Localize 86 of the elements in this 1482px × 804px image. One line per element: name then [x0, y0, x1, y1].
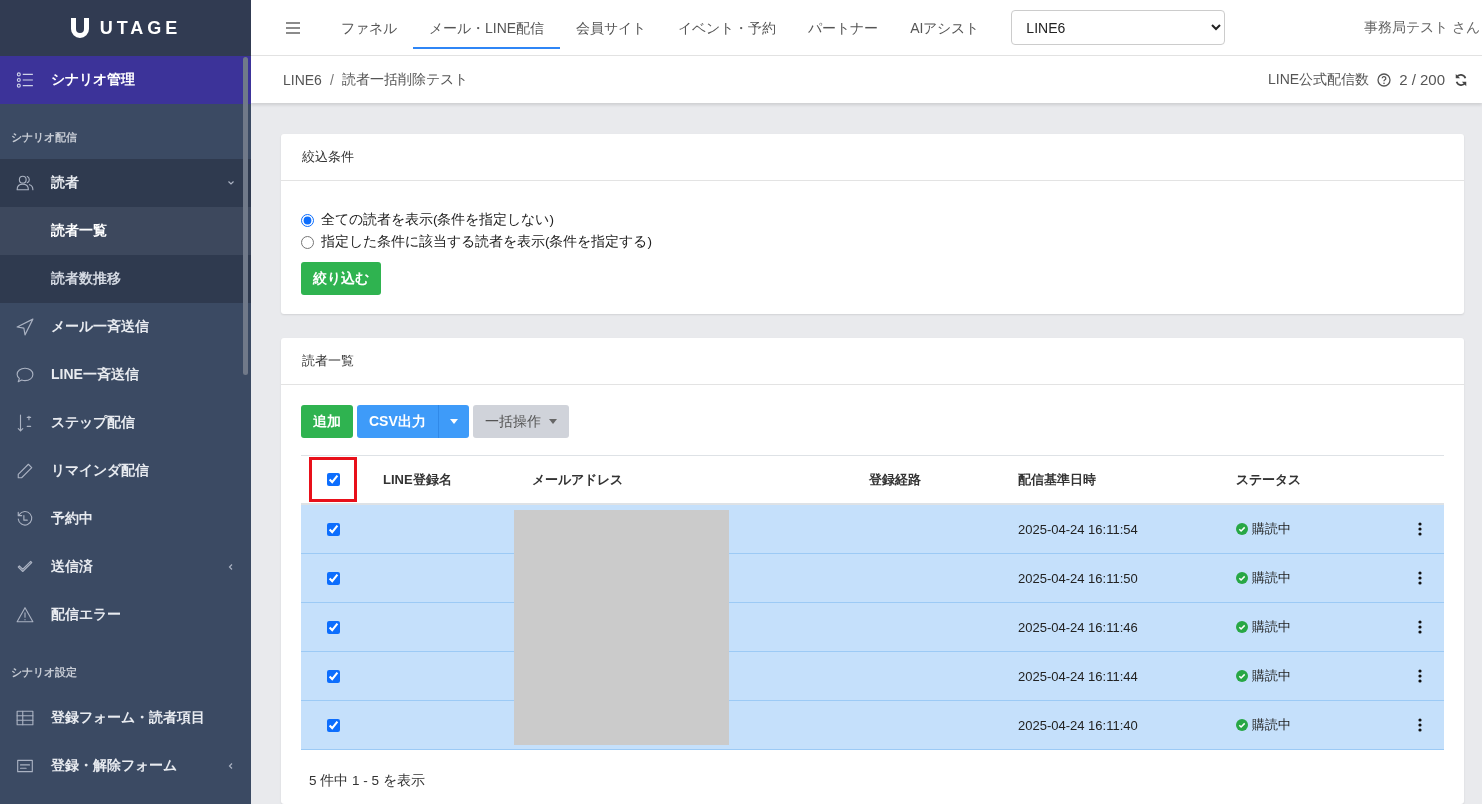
nav-tab[interactable]: イベント・予約	[662, 10, 793, 49]
caret-icon	[548, 419, 557, 424]
row-checkbox[interactable]	[326, 620, 340, 634]
pagination-summary: 5 件中 1 - 5 を表示	[308, 772, 426, 790]
more-icon[interactable]	[1418, 620, 1422, 634]
table-cell: 2025-04-24 16:11:54	[1018, 521, 1138, 537]
send-icon	[16, 318, 34, 336]
check-circle-icon	[1236, 670, 1248, 682]
table-cell: 2025-04-24 16:11:50	[1018, 570, 1138, 586]
user-menu[interactable]: 事務局テスト さん	[1364, 18, 1482, 37]
refresh-icon[interactable]	[1454, 72, 1468, 87]
caret-icon	[449, 419, 458, 424]
row-checkbox[interactable]	[326, 669, 340, 683]
logo-text: UTAGE	[99, 17, 182, 39]
more-icon[interactable]	[1418, 522, 1422, 536]
sidebar-subitem[interactable]: 読者数推移	[0, 255, 251, 303]
bulk-action-button[interactable]: 一括操作	[472, 405, 569, 438]
column-header: LINE登録名	[382, 470, 453, 489]
sidebar-heading: シナリオ設定	[10, 665, 78, 680]
nav-tab[interactable]: ファネル	[325, 10, 413, 49]
more-icon[interactable]	[1418, 571, 1422, 585]
status-label: 購読中	[1236, 618, 1291, 636]
radio-button[interactable]	[301, 235, 314, 249]
list-icon	[16, 71, 34, 89]
radio-button[interactable]	[301, 213, 314, 227]
breadcrumb-item: 読者一括削除テスト	[341, 70, 468, 89]
option-label[interactable]: 指定した条件に該当する読者を表示(条件を指定する)	[321, 233, 652, 251]
menu-icon[interactable]	[285, 20, 301, 35]
status-label: 購読中	[1236, 569, 1291, 587]
column-header: ステータス	[1235, 470, 1302, 489]
sidebar-title[interactable]: シナリオ管理	[0, 56, 251, 104]
sidebar-item[interactable]: 登録フォーム・読者項目	[0, 694, 251, 742]
breadcrumb-separator: /	[329, 71, 334, 88]
sidebar-item[interactable]: LINE一斉送信	[0, 351, 251, 399]
column-header: メールアドレス	[531, 470, 624, 489]
logo-icon	[69, 17, 90, 39]
sidebar-item[interactable]: 送信済	[0, 543, 251, 591]
sort-icon	[16, 414, 34, 432]
card-title: 読者一覧	[281, 338, 1464, 385]
sidebar-item[interactable]: メール一斉送信	[0, 303, 251, 351]
quota-label: LINE公式配信数	[1268, 70, 1370, 89]
row-checkbox[interactable]	[326, 522, 340, 536]
sidebar-heading: シナリオ配信	[10, 130, 78, 145]
sidebar-subitem[interactable]: 読者一覧	[0, 207, 251, 255]
select-all-checkbox[interactable]	[326, 473, 340, 486]
sidebar-item[interactable]: 配信エラー	[0, 591, 251, 639]
table-cell: 2025-04-24 16:11:46	[1018, 619, 1138, 635]
chat-bubble-icon	[16, 366, 34, 384]
scrollbar[interactable]	[243, 57, 248, 375]
users-icon	[16, 174, 34, 192]
pencil-icon	[16, 462, 34, 480]
option-label[interactable]: 全ての読者を表示(条件を指定しない)	[321, 211, 554, 229]
quota-value: 2 / 200	[1399, 71, 1445, 88]
check-circle-icon	[1236, 572, 1248, 584]
row-checkbox[interactable]	[326, 571, 340, 585]
warning-icon	[16, 606, 34, 624]
sidebar-item[interactable]: 登録・解除フォーム	[0, 742, 251, 790]
column-header: 配信基準日時	[1017, 470, 1097, 489]
sidebar-item[interactable]: ステップ配信	[0, 399, 251, 447]
status-label: 購読中	[1236, 520, 1291, 538]
status-label: 購読中	[1236, 667, 1291, 685]
nav-tab[interactable]: 会員サイト	[560, 10, 663, 49]
account-select[interactable]: LINE6	[1011, 10, 1226, 45]
sidebar-item[interactable]: リマインダ配信	[0, 447, 251, 495]
table-cell: 2025-04-24 16:11:40	[1018, 717, 1138, 733]
help-icon[interactable]	[1377, 72, 1392, 87]
check-circle-icon	[1236, 621, 1248, 633]
breadcrumb-item[interactable]: LINE6	[283, 71, 322, 88]
card-title: 絞込条件	[281, 134, 1464, 181]
more-icon[interactable]	[1418, 718, 1422, 732]
nav-tab[interactable]: AIアシスト	[894, 10, 996, 49]
table-cell: 2025-04-24 16:11:44	[1018, 668, 1138, 684]
csv-dropdown-button[interactable]	[437, 405, 469, 438]
row-checkbox[interactable]	[326, 718, 340, 732]
nav-tab[interactable]: メール・LINE配信	[413, 10, 561, 49]
sidebar-item[interactable]: 読者	[0, 159, 251, 207]
nav-tab[interactable]: パートナー	[792, 10, 895, 49]
check-circle-icon	[1236, 523, 1248, 535]
sidebar-item[interactable]: 予約中	[0, 495, 251, 543]
history-icon	[16, 510, 34, 528]
check-circle-icon	[1236, 719, 1248, 731]
table-icon	[16, 709, 34, 727]
status-label: 購読中	[1236, 716, 1291, 734]
form-icon	[16, 757, 34, 775]
column-header: 登録経路	[868, 470, 922, 489]
more-icon[interactable]	[1418, 669, 1422, 683]
